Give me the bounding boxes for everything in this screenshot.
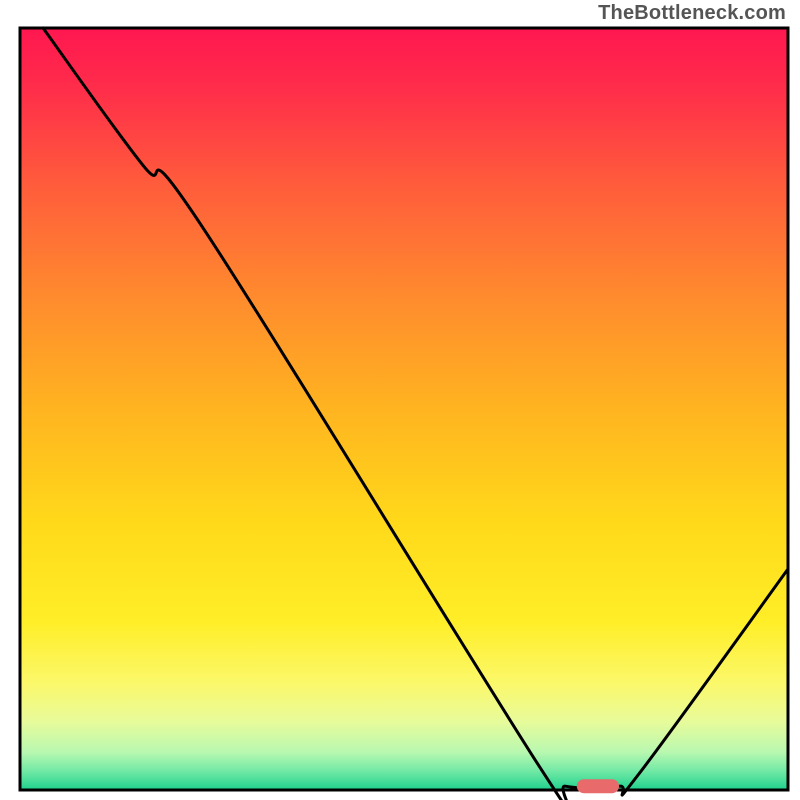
gradient-background [20,28,788,790]
bottleneck-chart [0,0,800,800]
watermark-text: TheBottleneck.com [598,2,786,25]
marker-optimal-range [577,779,619,793]
chart-container: TheBottleneck.com [0,0,800,800]
